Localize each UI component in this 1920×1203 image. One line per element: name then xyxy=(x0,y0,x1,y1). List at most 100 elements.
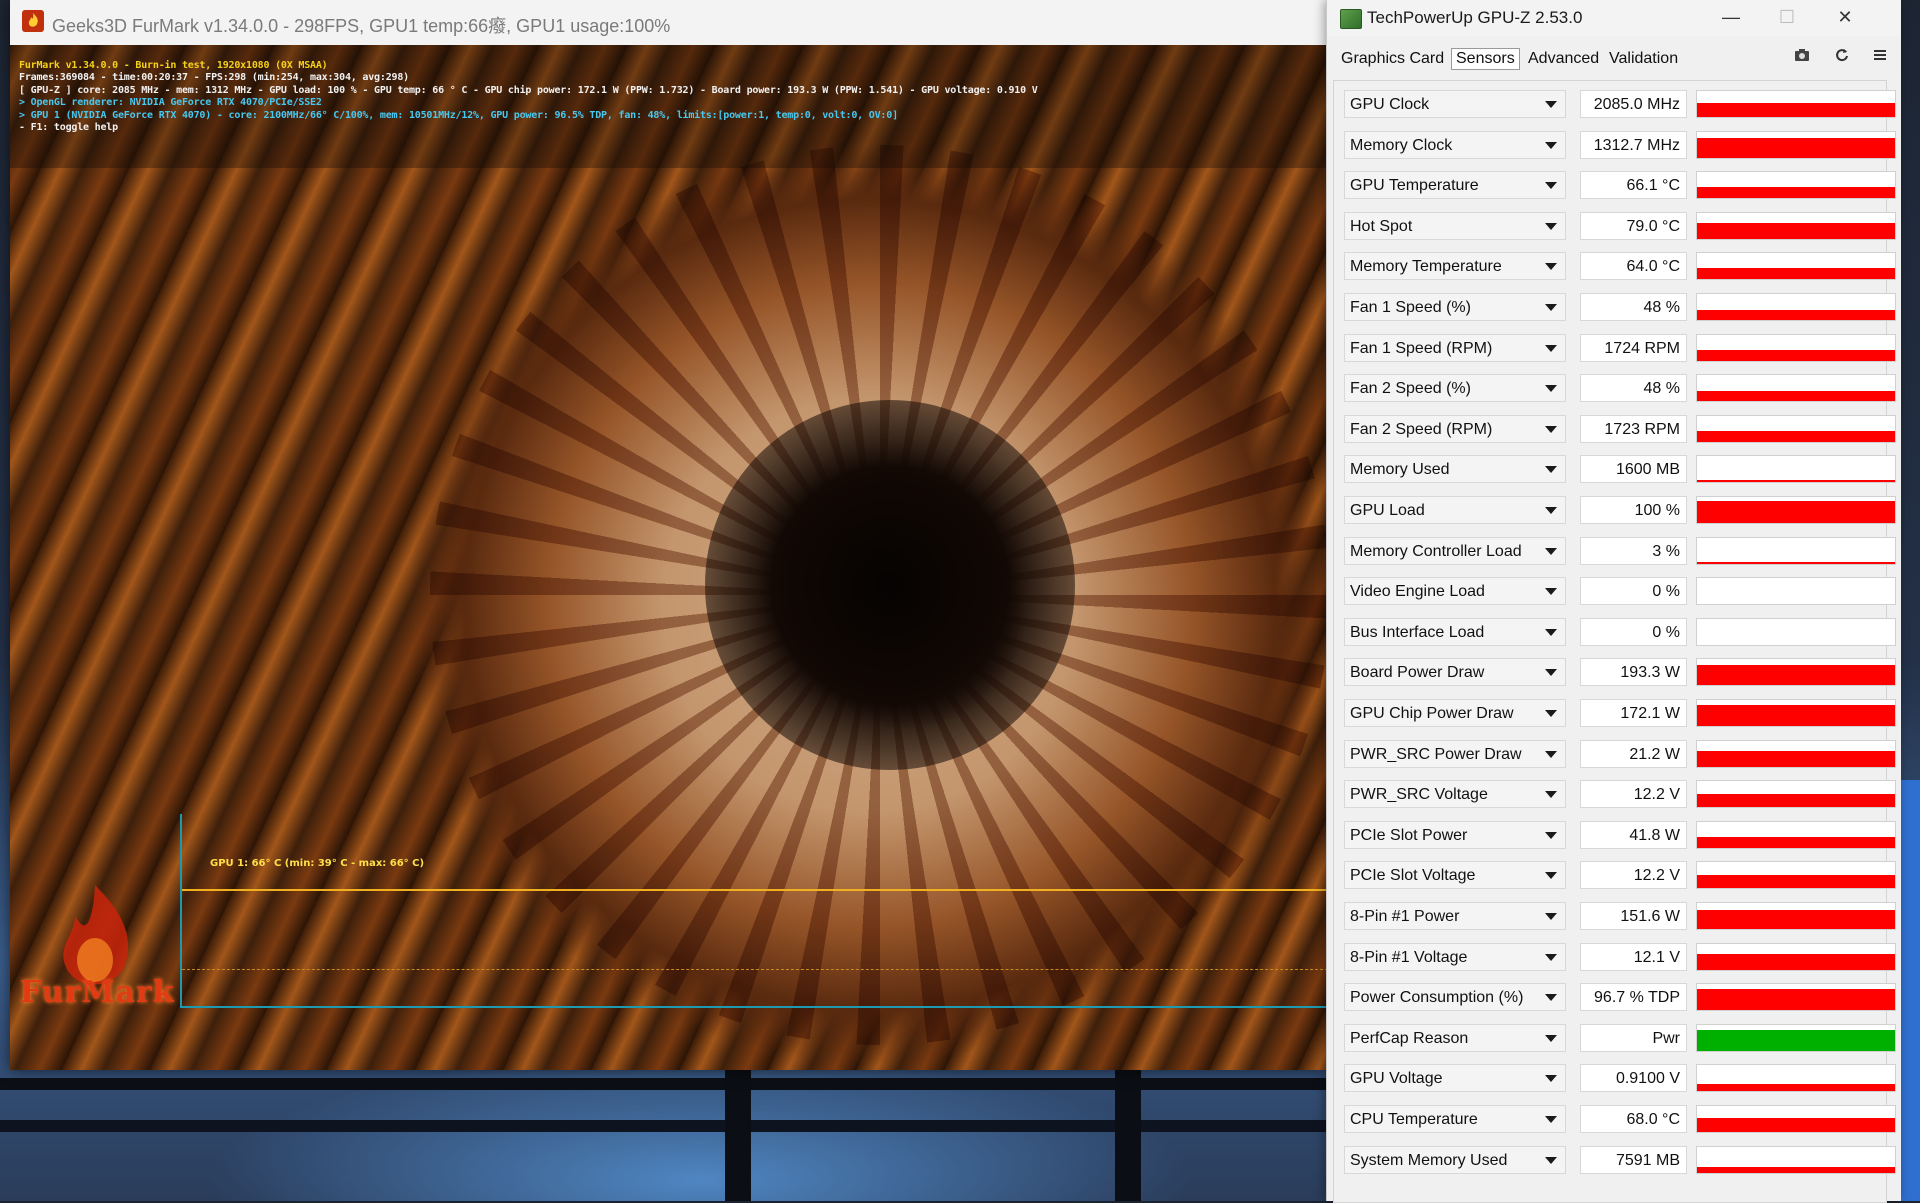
temperature-graph-line xyxy=(182,889,1328,891)
sensor-graph-fill xyxy=(1697,1083,1895,1092)
chevron-down-icon xyxy=(1545,182,1557,190)
sensor-name-dropdown[interactable]: PWR_SRC Power Draw xyxy=(1344,739,1566,768)
sensor-name-dropdown[interactable]: Memory Clock xyxy=(1344,130,1566,159)
gpuz-window[interactable]: TechPowerUp GPU-Z 2.53.0 — ☐ ✕ Graphics … xyxy=(1326,0,1901,1203)
sensor-value: 66.1 °C xyxy=(1626,177,1680,195)
sensor-value-box: 64.0 °C xyxy=(1580,252,1687,281)
hud-line: > GPU 1 (NVIDIA GeForce RTX 4070) - core… xyxy=(19,110,898,121)
sensor-name-dropdown[interactable]: 8-Pin #1 Voltage xyxy=(1344,942,1566,971)
menu-icon[interactable] xyxy=(1873,48,1887,65)
sensor-graph xyxy=(1696,171,1896,200)
maximize-button[interactable]: ☐ xyxy=(1759,0,1815,34)
sensor-graph xyxy=(1696,414,1896,443)
chevron-down-icon xyxy=(1545,547,1557,555)
sensor-graph xyxy=(1696,739,1896,768)
sensor-graph xyxy=(1696,1064,1896,1093)
sensor-name-dropdown[interactable]: PWR_SRC Voltage xyxy=(1344,780,1566,809)
sensor-graph-fill xyxy=(1697,390,1895,402)
sensor-name-dropdown[interactable]: GPU Load xyxy=(1344,496,1566,524)
sensor-name-label: Memory Controller Load xyxy=(1350,542,1522,560)
chevron-down-icon xyxy=(1545,141,1557,149)
sensor-name-label: GPU Voltage xyxy=(1350,1070,1443,1088)
tab-graphics-card[interactable]: Graphics Card xyxy=(1341,50,1444,68)
sensor-graph xyxy=(1696,820,1896,849)
refresh-icon[interactable] xyxy=(1835,48,1849,65)
sensor-row: Video Engine Load 0 % xyxy=(1334,574,1896,607)
sensor-name-dropdown[interactable]: GPU Clock xyxy=(1344,90,1566,118)
close-button[interactable]: ✕ xyxy=(1817,0,1873,34)
sensor-name-dropdown[interactable]: Memory Used xyxy=(1344,455,1566,484)
sensor-graph xyxy=(1696,699,1896,727)
sensor-graph-fill xyxy=(1697,186,1895,199)
sensor-name-dropdown[interactable]: Board Power Draw xyxy=(1344,658,1566,687)
sensor-graph xyxy=(1696,333,1896,362)
sensor-name-dropdown[interactable]: Memory Controller Load xyxy=(1344,536,1566,565)
sensor-name-dropdown[interactable]: Fan 2 Speed (%) xyxy=(1344,374,1566,403)
sensor-name-dropdown[interactable]: PerfCap Reason xyxy=(1344,1023,1566,1052)
sensor-name-dropdown[interactable]: GPU Voltage xyxy=(1344,1064,1566,1093)
chevron-down-icon xyxy=(1545,831,1557,839)
desk-post xyxy=(1115,1070,1141,1201)
sensor-name-dropdown[interactable]: Video Engine Load xyxy=(1344,577,1566,606)
sensor-name-dropdown[interactable]: 8-Pin #1 Power xyxy=(1344,902,1566,930)
sensor-value-box: 1724 RPM xyxy=(1580,333,1687,362)
chevron-down-icon xyxy=(1545,953,1557,961)
sensor-name-dropdown[interactable]: GPU Temperature xyxy=(1344,171,1566,200)
sensor-graph xyxy=(1696,617,1896,646)
sensor-row: PWR_SRC Power Draw 21.2 W xyxy=(1334,737,1896,770)
sensor-row: Memory Temperature 64.0 °C xyxy=(1334,249,1896,282)
tab-advanced[interactable]: Advanced xyxy=(1528,50,1599,68)
sensor-graph xyxy=(1696,983,1896,1012)
camera-icon[interactable] xyxy=(1794,48,1810,65)
sensor-value: 96.7 % TDP xyxy=(1594,989,1680,1007)
sensor-value: 48 % xyxy=(1643,299,1680,316)
chevron-down-icon xyxy=(1545,1075,1557,1083)
chevron-down-icon xyxy=(1545,263,1557,271)
gpuz-titlebar[interactable]: TechPowerUp GPU-Z 2.53.0 — ☐ ✕ xyxy=(1327,0,1901,36)
sensor-name-dropdown[interactable]: CPU Temperature xyxy=(1344,1105,1566,1133)
sensor-row: Bus Interface Load 0 % xyxy=(1334,615,1896,648)
sensor-name-dropdown[interactable]: System Memory Used xyxy=(1344,1145,1566,1174)
sensor-name-dropdown[interactable]: Power Consumption (%) xyxy=(1344,983,1566,1012)
chevron-down-icon xyxy=(1545,222,1557,230)
sensor-name-dropdown[interactable]: Hot Spot xyxy=(1344,211,1566,240)
sensor-name-label: PWR_SRC Power Draw xyxy=(1350,745,1522,763)
chevron-down-icon xyxy=(1545,669,1557,677)
sensor-name-dropdown[interactable]: PCIe Slot Voltage xyxy=(1344,861,1566,890)
sensor-graph-fill xyxy=(1697,430,1895,442)
sensor-graph-fill xyxy=(1697,751,1895,767)
chevron-down-icon xyxy=(1545,994,1557,1002)
desk-post xyxy=(725,1070,751,1201)
sensor-graph-fill xyxy=(1697,479,1895,483)
minimize-button[interactable]: — xyxy=(1703,0,1759,34)
sensor-graph-fill xyxy=(1697,268,1895,280)
sensor-name-dropdown[interactable]: GPU Chip Power Draw xyxy=(1344,699,1566,727)
sensor-graph xyxy=(1696,577,1896,606)
sensor-name-label: PCIe Slot Voltage xyxy=(1350,867,1476,885)
sensor-name-label: Board Power Draw xyxy=(1350,664,1485,682)
chevron-down-icon xyxy=(1545,588,1557,596)
sensor-row: GPU Load 100 % xyxy=(1334,493,1896,526)
sensor-name-label: 8-Pin #1 Voltage xyxy=(1350,948,1468,966)
sensor-name-label: Memory Temperature xyxy=(1350,258,1502,276)
sensor-graph-fill xyxy=(1697,1117,1895,1132)
chevron-down-icon xyxy=(1545,750,1557,758)
sensor-name-dropdown[interactable]: Fan 2 Speed (RPM) xyxy=(1344,414,1566,443)
tab-sensors[interactable]: Sensors xyxy=(1451,48,1520,70)
sensor-name-label: CPU Temperature xyxy=(1350,1111,1478,1128)
sensor-graph-fill xyxy=(1697,102,1895,117)
chevron-down-icon xyxy=(1545,385,1557,393)
sensor-name-dropdown[interactable]: Fan 1 Speed (%) xyxy=(1344,293,1566,321)
sensor-name-dropdown[interactable]: PCIe Slot Power xyxy=(1344,820,1566,849)
sensor-row: PerfCap Reason Pwr xyxy=(1334,1021,1896,1054)
sensor-name-dropdown[interactable]: Fan 1 Speed (RPM) xyxy=(1344,333,1566,362)
sensor-name-label: Hot Spot xyxy=(1350,217,1413,235)
furmark-titlebar[interactable]: Geeks3D FurMark v1.34.0.0 - 298FPS, GPU1… xyxy=(10,0,1326,46)
sensor-name-dropdown[interactable]: Bus Interface Load xyxy=(1344,617,1566,646)
hud-line: FurMark v1.34.0.0 - Burn-in test, 1920x1… xyxy=(19,60,328,71)
furmark-window[interactable]: Geeks3D FurMark v1.34.0.0 - 298FPS, GPU1… xyxy=(10,0,1328,1070)
sensor-graph xyxy=(1696,90,1896,118)
sensor-row: Fan 1 Speed (%) 48 % xyxy=(1334,290,1896,323)
tab-validation[interactable]: Validation xyxy=(1609,50,1678,68)
sensor-name-dropdown[interactable]: Memory Temperature xyxy=(1344,252,1566,281)
